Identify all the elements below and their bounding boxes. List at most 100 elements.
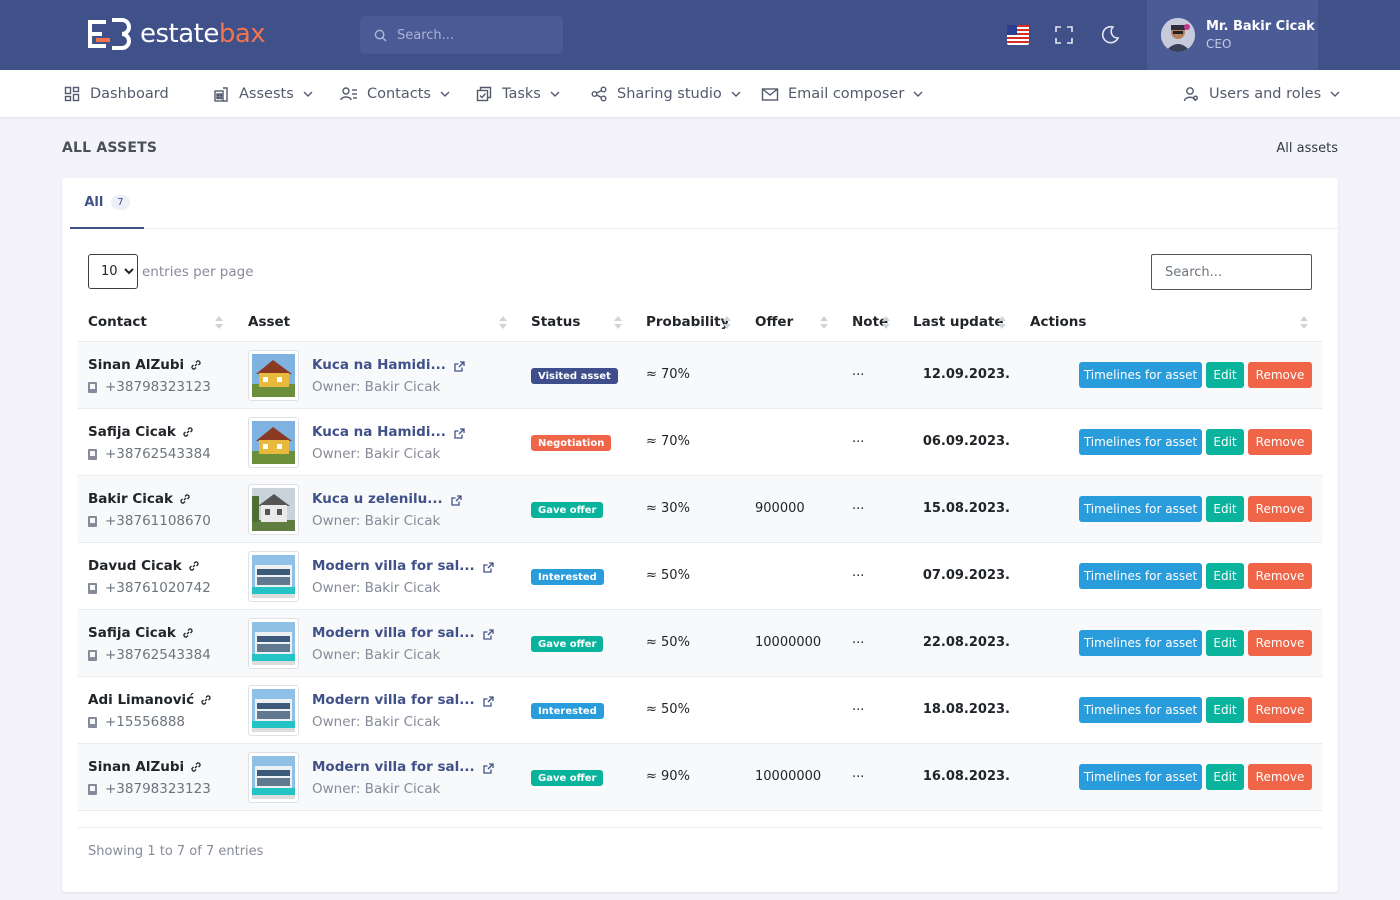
column-header-last-update[interactable]: Last update [913,302,1004,342]
remove-button[interactable]: Remove [1248,563,1312,589]
edit-button[interactable]: Edit [1206,764,1244,790]
link-icon[interactable] [190,761,202,773]
timelines-for-asset-button[interactable]: Timelines for asset [1079,496,1202,522]
asset-thumbnail[interactable] [248,551,299,602]
phone-icon [88,716,97,728]
external-link-icon[interactable] [450,494,462,506]
edit-button[interactable]: Edit [1206,362,1244,388]
timelines-for-asset-button[interactable]: Timelines for asset [1079,697,1202,723]
asset-title-link[interactable]: Modern villa for sal... [312,759,475,775]
timelines-for-asset-button[interactable]: Timelines for asset [1079,764,1202,790]
column-header-probability[interactable]: Probability [646,302,729,342]
asset-title-link[interactable]: Modern villa for sal... [312,625,475,641]
link-icon[interactable] [200,694,212,706]
edit-button[interactable]: Edit [1206,630,1244,656]
user-menu[interactable]: Mr. Bakir Cicak CEO [1147,0,1318,70]
sort-icon[interactable] [215,316,223,330]
avatar [1161,18,1195,52]
asset-title-link[interactable]: Kuca na Hamidi... [312,424,446,440]
sort-icon[interactable] [614,316,622,330]
sort-icon[interactable] [723,316,731,330]
nav-sharing-studio[interactable]: Sharing studio [590,70,741,117]
contact-name[interactable]: Adi Limanović [88,692,194,708]
entries-per-page-select[interactable]: 10 [88,254,138,289]
remove-button[interactable]: Remove [1248,697,1312,723]
phone-icon [88,448,97,460]
column-header-offer[interactable]: Offer [755,302,793,342]
nav-dashboard[interactable]: Dashboard [63,70,169,117]
edit-button[interactable]: Edit [1206,496,1244,522]
asset-thumbnail[interactable] [248,350,299,401]
remove-button[interactable]: Remove [1248,429,1312,455]
asset-cell: Modern villa for sal... Owner: Bakir Cica… [312,625,494,663]
asset-thumbnail[interactable] [248,417,299,468]
asset-title-link[interactable]: Kuca u zelenilu... [312,491,443,507]
asset-thumbnail[interactable] [248,685,299,736]
contact-name[interactable]: Bakir Cicak [88,491,173,507]
remove-button[interactable]: Remove [1248,496,1312,522]
asset-title-link[interactable]: Modern villa for sal... [312,692,475,708]
nav-dashboard-label: Dashboard [90,85,169,102]
fullscreen-button[interactable] [1052,23,1076,47]
global-search[interactable] [360,16,563,54]
column-header-actions[interactable]: Actions [1030,302,1086,342]
asset-title-wrap: Kuca na Hamidi... [312,357,465,373]
logo-mark-icon [88,18,131,50]
sort-icon[interactable] [820,316,828,330]
external-link-icon[interactable] [454,427,465,439]
link-icon[interactable] [188,560,200,572]
nav-tasks[interactable]: Tasks [475,70,560,117]
contact-name-wrap: Sinan AlZubi [88,357,211,373]
timelines-for-asset-button[interactable]: Timelines for asset [1079,563,1202,589]
asset-title-link[interactable]: Modern villa for sal... [312,558,475,574]
global-search-input[interactable] [397,27,547,43]
edit-button[interactable]: Edit [1206,429,1244,455]
asset-thumbnail[interactable] [248,752,299,803]
sort-icon[interactable] [499,316,507,330]
external-link-icon[interactable] [483,628,494,640]
column-header-asset[interactable]: Asset [248,302,290,342]
tab-all[interactable]: All 7 [70,178,144,229]
timelines-for-asset-button[interactable]: Timelines for asset [1079,362,1202,388]
column-header-status[interactable]: Status [531,302,580,342]
phone-icon [88,783,97,795]
asset-cell: Kuca na Hamidi... Owner: Bakir Cicak [312,357,465,395]
timelines-for-asset-button[interactable]: Timelines for asset [1079,630,1202,656]
sort-icon[interactable] [882,316,890,330]
remove-button[interactable]: Remove [1248,764,1312,790]
edit-button[interactable]: Edit [1206,563,1244,589]
edit-button[interactable]: Edit [1206,697,1244,723]
nav-contacts[interactable]: Contacts [340,70,450,117]
asset-title-wrap: Modern villa for sal... [312,759,494,775]
nav-assets[interactable]: Assests [212,70,313,117]
asset-title-link[interactable]: Kuca na Hamidi... [312,357,446,373]
link-icon[interactable] [179,493,191,505]
external-link-icon[interactable] [483,695,494,707]
remove-button[interactable]: Remove [1248,362,1312,388]
external-link-icon[interactable] [483,762,494,774]
contact-name[interactable]: Safija Cicak [88,424,176,440]
asset-thumbnail[interactable] [248,618,299,669]
table-search-input[interactable] [1151,254,1312,290]
sort-icon[interactable] [998,316,1006,330]
dark-mode-button[interactable] [1098,23,1122,47]
brand-logo[interactable]: estatebax [88,18,266,50]
external-link-icon[interactable] [454,360,465,372]
link-icon[interactable] [182,426,194,438]
nav-email-composer[interactable]: Email composer [761,70,923,117]
column-header-contact[interactable]: Contact [88,302,147,342]
sort-icon[interactable] [1300,316,1308,330]
link-icon[interactable] [182,627,194,639]
remove-button[interactable]: Remove [1248,630,1312,656]
contact-name[interactable]: Safija Cicak [88,625,176,641]
contact-name[interactable]: Davud Cicak [88,558,182,574]
timelines-for-asset-button[interactable]: Timelines for asset [1079,429,1202,455]
contact-name[interactable]: Sinan AlZubi [88,357,184,373]
external-link-icon[interactable] [483,561,494,573]
language-flag-button[interactable] [1006,23,1030,47]
asset-thumbnail[interactable] [248,484,299,535]
asset-owner: Owner: Bakir Cicak [312,379,441,395]
contact-name[interactable]: Sinan AlZubi [88,759,184,775]
link-icon[interactable] [190,359,202,371]
nav-users-and-roles[interactable]: Users and roles [1182,70,1340,117]
